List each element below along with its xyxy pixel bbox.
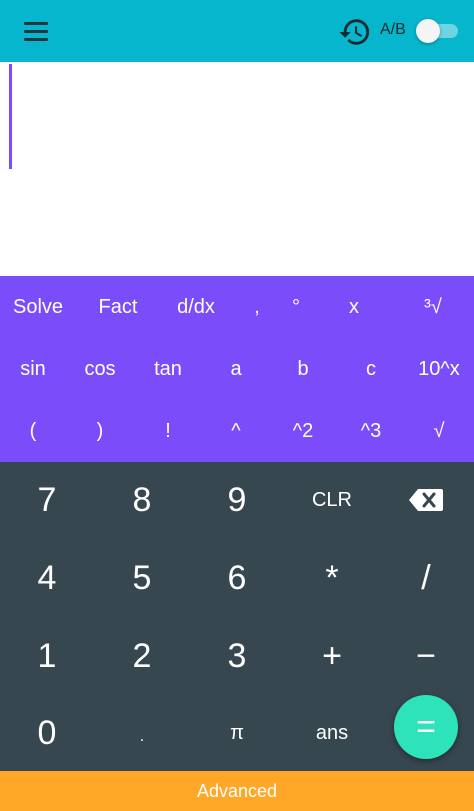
toggle-knob [416,19,440,43]
digit-6-key[interactable]: 6 [197,539,277,617]
tan-key[interactable]: tan [134,338,202,400]
digit-0-key[interactable]: 0 [7,694,87,772]
variable-x-key[interactable]: x [320,276,388,338]
digit-4-key[interactable]: 4 [7,539,87,617]
digit-3-key[interactable]: 3 [197,617,277,695]
advanced-toggle-bar[interactable]: Advanced [0,771,474,811]
plus-key[interactable]: + [292,617,372,695]
advanced-row-2: sin cos tan a b c 10^x [0,338,474,400]
advanced-row-3: ( ) ! ^ ^2 ^3 √ [0,400,474,462]
variable-b-key[interactable]: b [269,338,337,400]
menu-icon[interactable] [18,16,54,46]
sin-key[interactable]: sin [0,338,67,400]
digit-9-key[interactable]: 9 [197,461,277,539]
cube-key[interactable]: ^3 [337,400,405,462]
digit-8-key[interactable]: 8 [102,461,182,539]
ab-toggle[interactable] [414,17,460,45]
digit-2-key[interactable]: 2 [102,617,182,695]
clear-key[interactable]: CLR [292,461,372,539]
digit-5-key[interactable]: 5 [102,539,182,617]
variable-a-key[interactable]: a [202,338,270,400]
decimal-point-key[interactable]: . [102,698,182,776]
minus-key[interactable]: − [386,617,466,695]
open-paren-key[interactable]: ( [0,400,67,462]
pi-key[interactable]: π [197,694,277,772]
expression-display[interactable] [0,62,474,276]
fact-key[interactable]: Fact [84,276,152,338]
cube-root-key[interactable]: ³√ [399,276,467,338]
equals-button[interactable]: = [394,695,458,759]
solve-key[interactable]: Solve [4,276,72,338]
cos-key[interactable]: cos [66,338,134,400]
text-cursor [9,64,12,169]
ab-label: A/B [380,21,406,38]
derivative-key[interactable]: d/dx [162,276,230,338]
close-paren-key[interactable]: ) [66,400,134,462]
factorial-key[interactable]: ! [134,400,202,462]
divide-key[interactable]: / [386,539,466,617]
square-root-key[interactable]: √ [405,400,473,462]
advanced-keypad: Solve Fact d/dx , ° x ³√ sin cos tan a b… [0,276,474,462]
square-key[interactable]: ^2 [269,400,337,462]
variable-c-key[interactable]: c [337,338,405,400]
history-icon[interactable] [338,15,372,49]
multiply-key[interactable]: * [292,539,372,617]
digit-7-key[interactable]: 7 [7,461,87,539]
advanced-row-1: Solve Fact d/dx , ° x ³√ [0,276,474,338]
top-app-bar: A/B [0,0,474,62]
power-key[interactable]: ^ [202,400,270,462]
ans-key[interactable]: ans [292,694,372,772]
digit-1-key[interactable]: 1 [7,617,87,695]
ten-power-key[interactable]: 10^x [405,338,473,400]
backspace-icon [409,489,443,511]
backspace-key[interactable] [386,461,466,539]
